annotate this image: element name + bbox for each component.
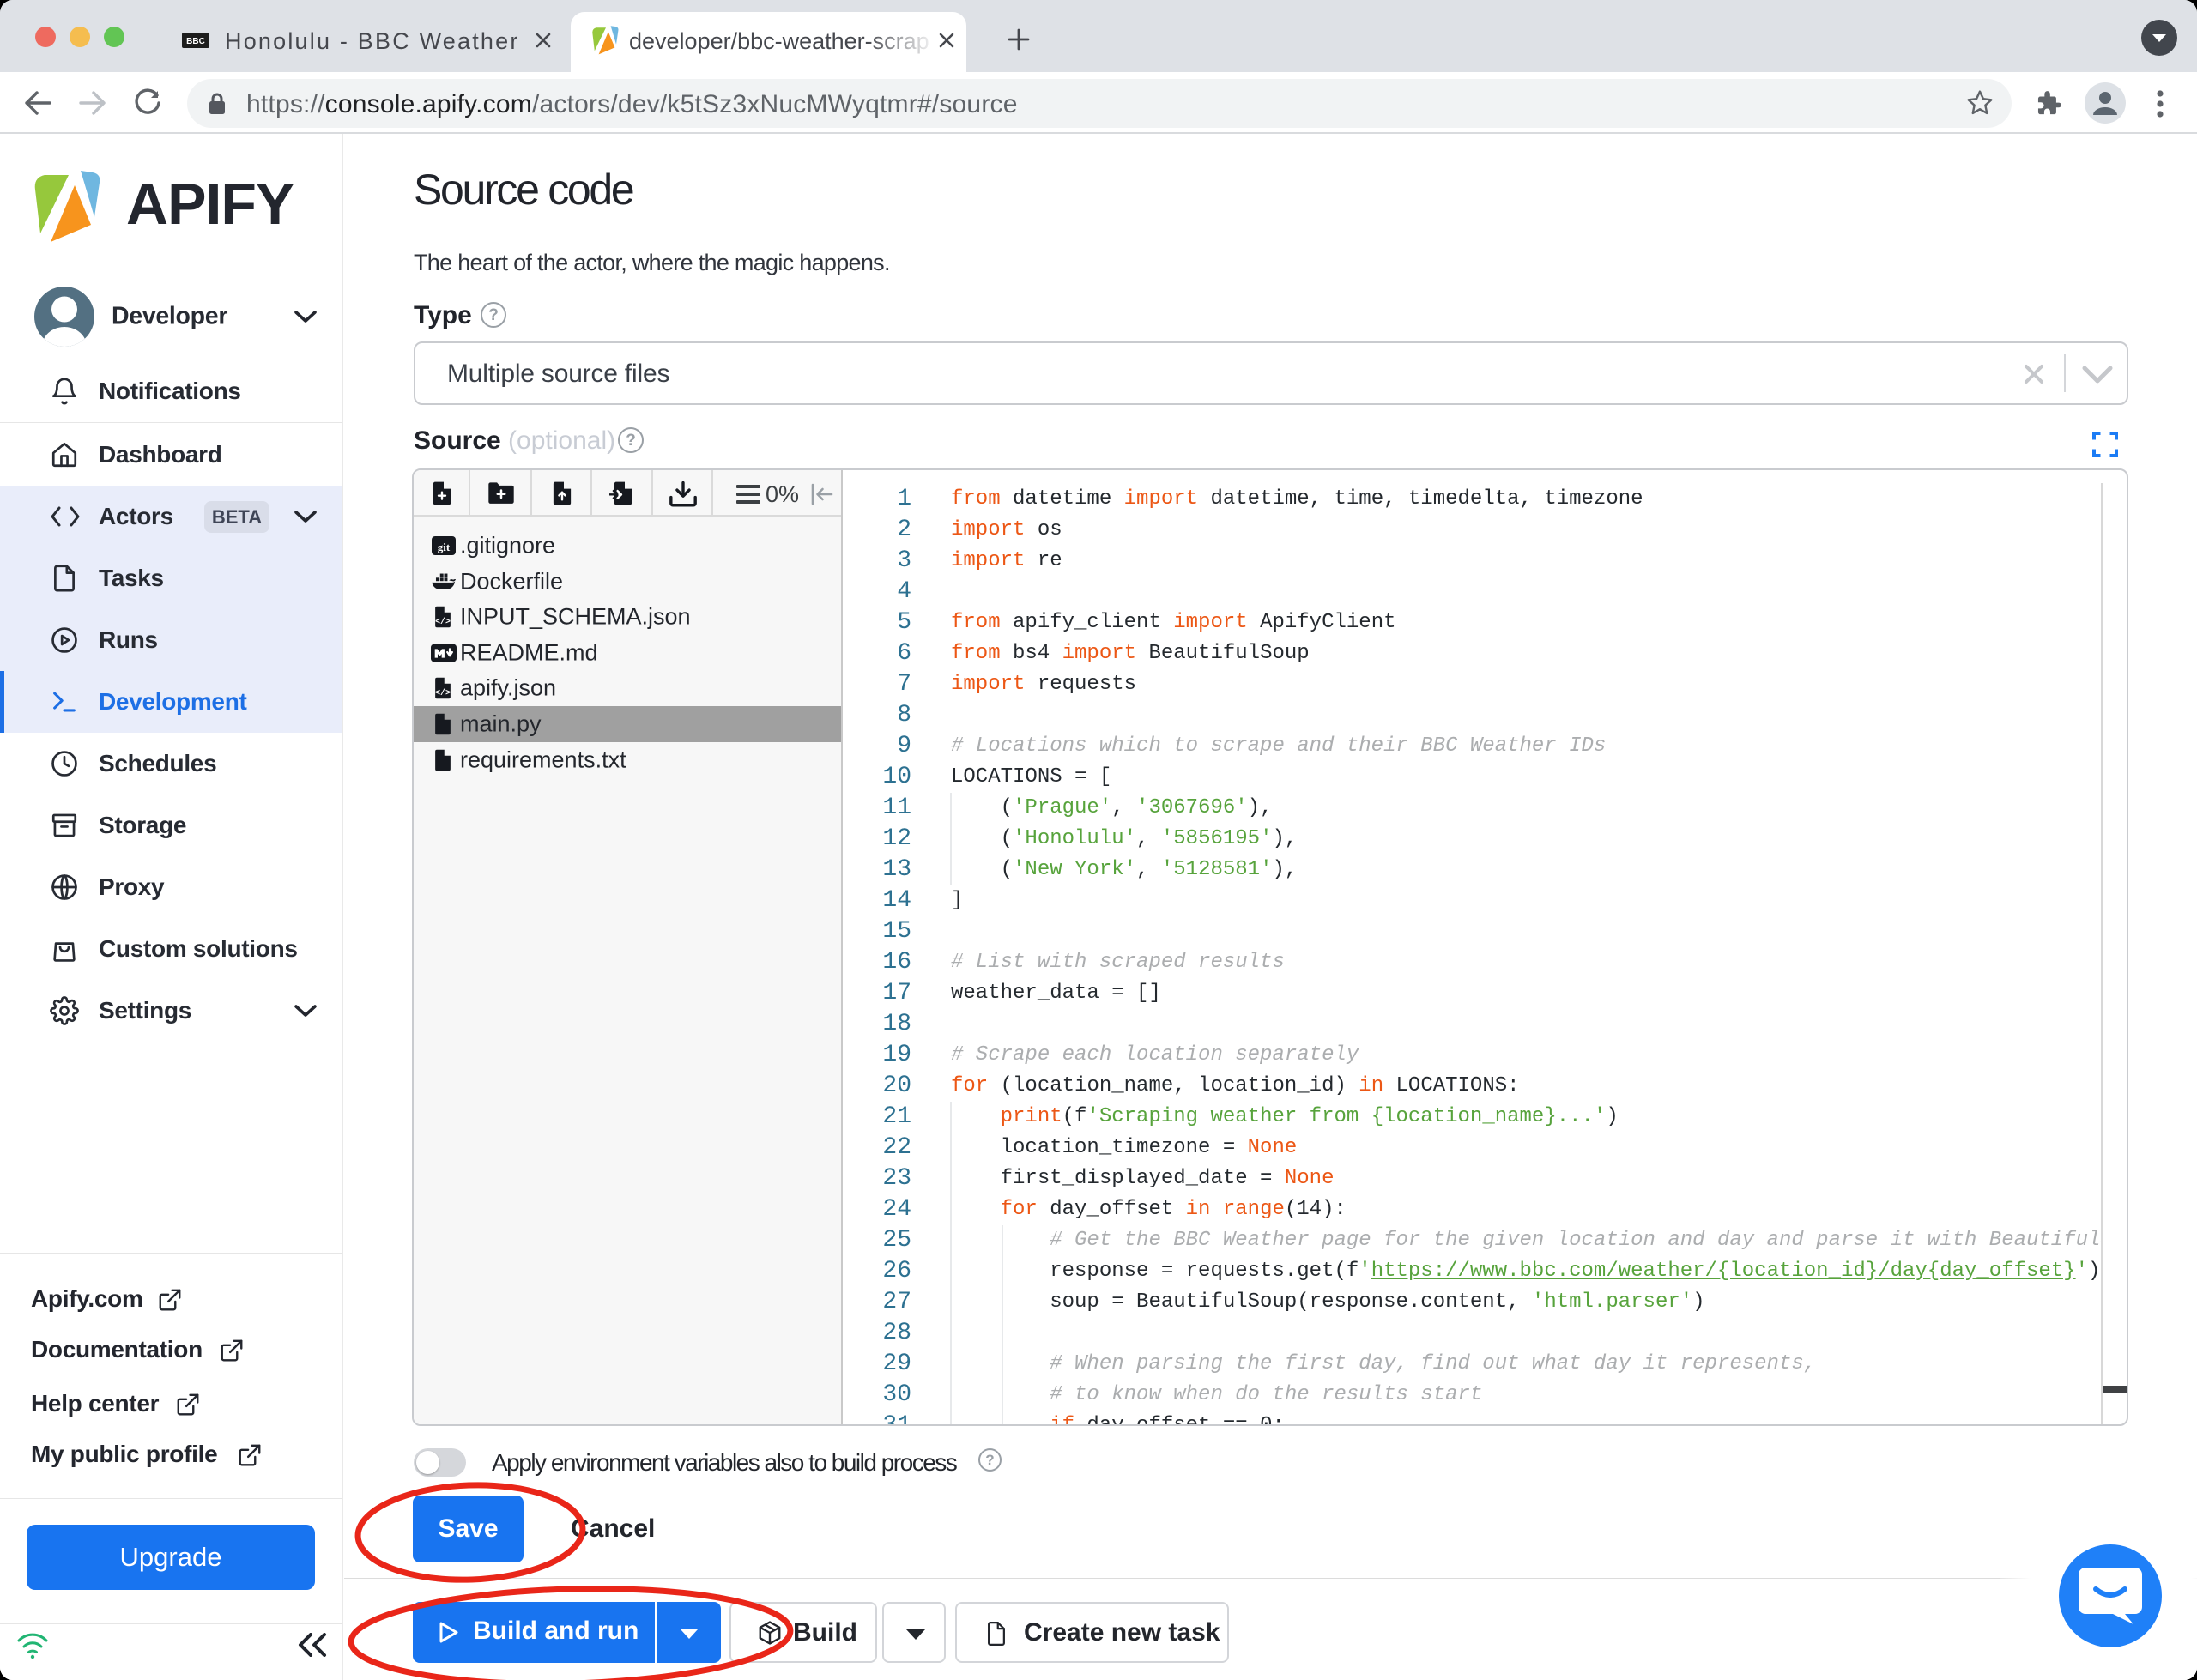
svg-text:BBC: BBC — [186, 37, 205, 46]
svg-text:git: git — [438, 541, 451, 553]
svg-text:</>: </> — [435, 617, 451, 626]
svg-text:</>: </> — [435, 688, 451, 698]
